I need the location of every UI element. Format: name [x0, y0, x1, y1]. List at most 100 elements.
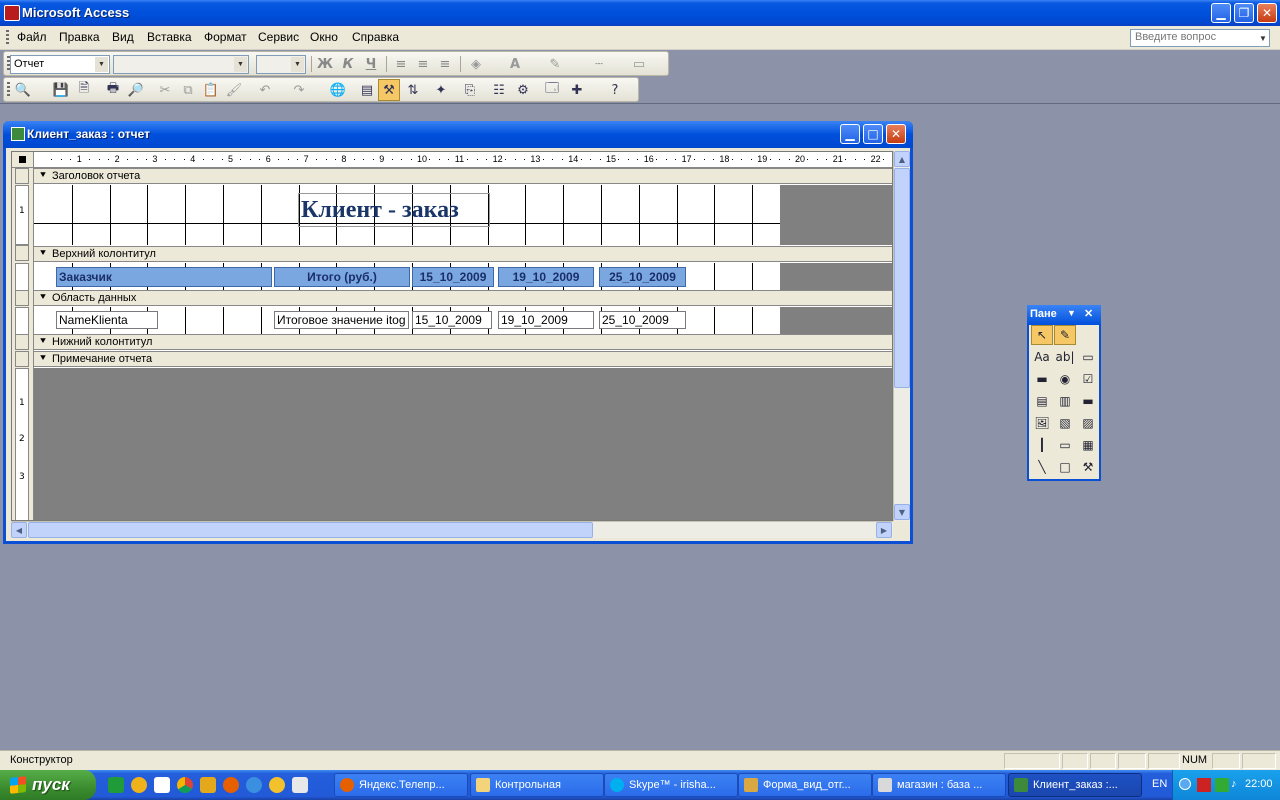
menu-window[interactable]: Окно [310, 30, 338, 44]
database-window-icon[interactable]: 🗔 [541, 79, 563, 101]
quicklaunch-chrome-icon[interactable] [177, 777, 193, 793]
field-customer-name[interactable]: NameKlienta [56, 311, 158, 329]
rectangle-tool-icon[interactable]: □ [1054, 457, 1076, 477]
autoformat-icon[interactable]: ✦ [430, 79, 452, 101]
scroll-up-icon[interactable]: ▲ [894, 151, 910, 167]
section-detail[interactable]: ⯆ Область данных [34, 290, 892, 306]
underline-button[interactable]: Ч [360, 53, 382, 75]
quicklaunch-cleaner-icon[interactable] [200, 777, 216, 793]
field-date-1[interactable]: 15_10_2009 [412, 311, 492, 329]
menu-edit[interactable]: Правка [59, 30, 100, 44]
header-label-date-3[interactable]: 25_10_2009 [599, 267, 686, 287]
toolbox-title-bar[interactable]: Пане ▼ ✕ [1027, 305, 1101, 325]
checkbox-tool-icon[interactable]: ☑ [1077, 369, 1099, 389]
align-left-icon[interactable]: ≡ [390, 53, 412, 75]
close-app-button[interactable]: ✕ [1257, 3, 1277, 23]
quicklaunch-show-desktop-icon[interactable] [292, 777, 308, 793]
menu-grip-icon[interactable] [6, 30, 9, 46]
fill-color-icon[interactable]: ◈ [465, 53, 487, 75]
horizontal-ruler[interactable]: 1 2 3 4 5 6 7 8 9 10 11 12 13 14 15 16 17 18 19 20 21 22 [34, 152, 892, 168]
special-effect-icon[interactable]: ▭ [628, 53, 650, 75]
quicklaunch-document-icon[interactable] [154, 777, 170, 793]
undo-icon[interactable]: ↶ [254, 79, 276, 101]
horizontal-scrollbar[interactable]: ◀ ▶ [11, 521, 893, 538]
chevron-down-icon[interactable]: ▼ [234, 57, 247, 72]
language-indicator[interactable]: EN [1152, 778, 1167, 790]
close-icon[interactable]: ✕ [1084, 307, 1093, 320]
header-label-total[interactable]: Итого (руб.) [274, 267, 410, 287]
section-report-header[interactable]: ⯆ Заголовок отчета [34, 168, 892, 184]
line-width-icon[interactable]: ┄ [588, 53, 610, 75]
properties-icon[interactable]: ☷ [488, 79, 510, 101]
minimize-app-button[interactable]: ▁ [1211, 3, 1231, 23]
file-search-icon[interactable]: 🗎 [73, 79, 95, 101]
vertical-scroll-thumb[interactable] [894, 168, 910, 388]
chevron-down-icon[interactable]: ▼ [1257, 30, 1269, 46]
page-header-area[interactable]: Заказчик Итого (руб.) 15_10_2009 19_10_2… [34, 263, 892, 291]
option-button-tool-icon[interactable]: ◉ [1054, 369, 1076, 389]
report-selector[interactable] [12, 152, 34, 168]
subform-tool-icon[interactable]: ▦ [1077, 435, 1099, 455]
print-icon[interactable]: 🖶 [102, 79, 124, 101]
listbox-tool-icon[interactable]: ▥ [1054, 391, 1076, 411]
tab-control-tool-icon[interactable]: ▭ [1054, 435, 1076, 455]
field-date-3[interactable]: 25_10_2009 [599, 311, 686, 329]
format-painter-icon[interactable]: 🖌 [223, 79, 245, 101]
report-design-surface[interactable]: 1 2 3 4 5 6 7 8 9 10 11 12 13 14 15 16 17 18 19 20 21 22 1123… [11, 151, 893, 521]
quicklaunch-app-icon[interactable] [108, 777, 124, 793]
vertical-scrollbar[interactable]: ▲ ▼ [893, 151, 910, 521]
font-name-combo[interactable]: ▼ [113, 55, 249, 74]
task-form[interactable]: Форма_вид_отг... [738, 773, 872, 797]
copy-icon[interactable]: ⧉ [177, 79, 199, 101]
line-color-icon[interactable]: ✎ [544, 53, 566, 75]
align-right-icon[interactable]: ≡ [434, 53, 456, 75]
code-icon[interactable]: ⎘ [459, 79, 481, 101]
section-page-footer[interactable]: ⯆ Нижний колонтитул [34, 334, 892, 350]
report-title-label[interactable]: Клиент - заказ [298, 193, 490, 227]
select-tool-icon[interactable]: ↖ [1031, 325, 1053, 345]
font-size-combo[interactable]: ▼ [256, 55, 306, 74]
scroll-left-icon[interactable]: ◀ [11, 522, 27, 538]
help-question-input[interactable]: Введите вопрос ▼ [1130, 29, 1270, 47]
sorting-grouping-icon[interactable]: ⇅ [402, 79, 424, 101]
detail-area[interactable]: NameKlienta Итоговое значение itog 15_10… [34, 307, 892, 335]
menu-view[interactable]: Вид [112, 30, 134, 44]
tray-network-icon[interactable] [1215, 778, 1229, 792]
start-button[interactable]: пуск [0, 770, 96, 800]
unbound-object-tool-icon[interactable]: ▧ [1054, 413, 1076, 433]
horizontal-scroll-thumb[interactable] [28, 522, 593, 538]
toolbox-toggle-icon[interactable]: ⚒ [378, 79, 400, 101]
combobox-tool-icon[interactable]: ▤ [1031, 391, 1053, 411]
scroll-down-icon[interactable]: ▼ [894, 504, 910, 520]
menu-insert[interactable]: Вставка [147, 30, 192, 44]
wizard-tool-icon[interactable]: ✎ [1054, 325, 1076, 345]
tray-antivirus-icon[interactable] [1197, 778, 1211, 792]
quicklaunch-ie-icon[interactable] [246, 777, 262, 793]
chevron-down-icon[interactable]: ▼ [291, 57, 304, 72]
restore-app-button[interactable]: ❐ [1234, 3, 1254, 23]
task-yandex[interactable]: Яндекс.Телепр... [334, 773, 468, 797]
chevron-down-icon[interactable]: ▼ [1067, 308, 1076, 318]
redo-icon[interactable]: ↷ [288, 79, 310, 101]
print-preview-icon[interactable]: 🔎 [125, 79, 147, 101]
italic-button[interactable]: К [337, 53, 359, 75]
task-folder[interactable]: Контрольная [470, 773, 604, 797]
minimize-window-button[interactable]: ▁ [840, 124, 860, 144]
hyperlink-icon[interactable]: 🌐 [327, 79, 349, 101]
task-skype[interactable]: Skype™ - irisha... [604, 773, 738, 797]
quicklaunch-avast-icon[interactable] [131, 777, 147, 793]
maximize-window-button[interactable]: □ [863, 124, 883, 144]
tray-volume-icon[interactable]: ♪ [1231, 778, 1237, 790]
field-list-icon[interactable]: ▤ [356, 79, 378, 101]
tray-expand-icon[interactable] [1179, 778, 1191, 790]
access-app-icon[interactable] [4, 5, 20, 21]
toolbar-grip-icon[interactable] [7, 82, 10, 98]
field-total[interactable]: Итоговое значение itog [274, 311, 409, 329]
image-tool-icon[interactable]: 🖼 [1031, 413, 1053, 433]
close-window-button[interactable]: ✕ [886, 124, 906, 144]
label-tool-icon[interactable]: Aa [1031, 347, 1053, 367]
align-center-icon[interactable]: ≡ [412, 53, 434, 75]
font-color-icon[interactable]: A [504, 53, 526, 75]
quicklaunch-media-icon[interactable] [269, 777, 285, 793]
task-report[interactable]: Клиент_заказ :... [1008, 773, 1142, 797]
